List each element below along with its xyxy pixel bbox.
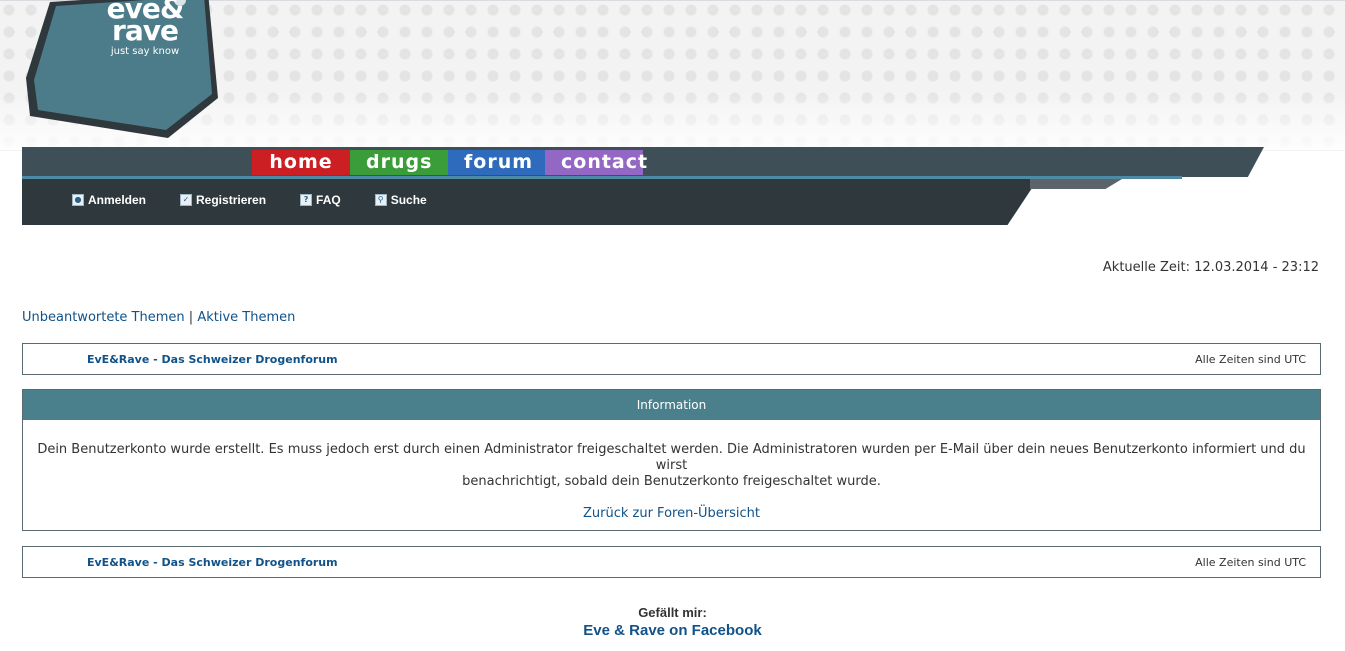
breadcrumb-forum-link-bottom[interactable]: EvE&Rave - Das Schweizer Drogenforum: [87, 556, 338, 569]
faq-link[interactable]: ? FAQ: [300, 193, 341, 207]
nav-tab-contact[interactable]: contact: [545, 150, 647, 175]
information-panel: Information Dein Benutzerkonto wurde ers…: [22, 389, 1321, 531]
breadcrumb-forum-link[interactable]: EvE&Rave - Das Schweizer Drogenforum: [87, 353, 338, 366]
nav-tab-drugs[interactable]: drugs: [350, 150, 448, 175]
current-time: Aktuelle Zeit: 12.03.2014 - 23:12: [1102, 260, 1319, 275]
message-line1: Dein Benutzerkonto wurde erstellt. Es mu…: [37, 442, 1306, 473]
sub-navbar-tab: [1030, 179, 1122, 189]
login-label: Anmelden: [88, 193, 147, 207]
login-link[interactable]: ● Anmelden: [72, 193, 146, 207]
faq-icon: ?: [300, 194, 313, 206]
timezone-info: Alle Zeiten sind UTC: [1195, 353, 1306, 366]
navbar-accent-line: [22, 176, 1182, 179]
breadcrumb-bar-bottom: EvE&Rave - Das Schweizer Drogenforum All…: [22, 546, 1321, 578]
search-label: Suche: [390, 193, 427, 207]
back-to-index-link[interactable]: Zurück zur Foren-Übersicht: [23, 506, 1320, 521]
breadcrumb-bar-top: EvE&Rave - Das Schweizer Drogenforum All…: [22, 343, 1321, 375]
quick-links: Unbeantwortete Themen | Aktive Themen: [22, 310, 295, 325]
logo-line2: rave: [112, 14, 179, 47]
information-message: Dein Benutzerkonto wurde erstellt. Es mu…: [37, 442, 1307, 490]
timezone-info-bottom: Alle Zeiten sind UTC: [1195, 556, 1306, 569]
nav-tab-home[interactable]: home: [252, 150, 350, 175]
login-icon: ●: [72, 194, 84, 206]
search-link[interactable]: ⚲ Suche: [374, 193, 427, 207]
main-nav: home drugs forum contact: [252, 150, 647, 175]
sub-nav: ● Anmelden ✓ Registrieren ? FAQ ⚲ Suche: [72, 193, 461, 207]
register-icon: ✓: [180, 194, 193, 206]
register-link[interactable]: ✓ Registrieren: [180, 193, 266, 207]
faq-label: FAQ: [316, 193, 341, 207]
like-label: Gefällt mir:: [638, 605, 707, 620]
quicklinks-separator: |: [188, 310, 194, 325]
information-heading: Information: [23, 390, 1320, 420]
active-topics-link[interactable]: Aktive Themen: [197, 310, 295, 325]
register-label: Registrieren: [196, 193, 267, 207]
unanswered-topics-link[interactable]: Unbeantwortete Themen: [22, 310, 185, 325]
logo-tagline: just say know: [110, 46, 180, 57]
search-icon: ⚲: [374, 194, 387, 206]
facebook-link[interactable]: Eve & Rave on Facebook: [0, 622, 1345, 639]
nav-tab-forum[interactable]: forum: [448, 150, 545, 175]
message-line2: benachrichtigt, sobald dein Benutzerkont…: [462, 474, 881, 489]
facebook-block: Gefällt mir: Eve & Rave on Facebook: [0, 605, 1345, 639]
site-logo[interactable]: eve& rave just say know: [22, 0, 222, 148]
